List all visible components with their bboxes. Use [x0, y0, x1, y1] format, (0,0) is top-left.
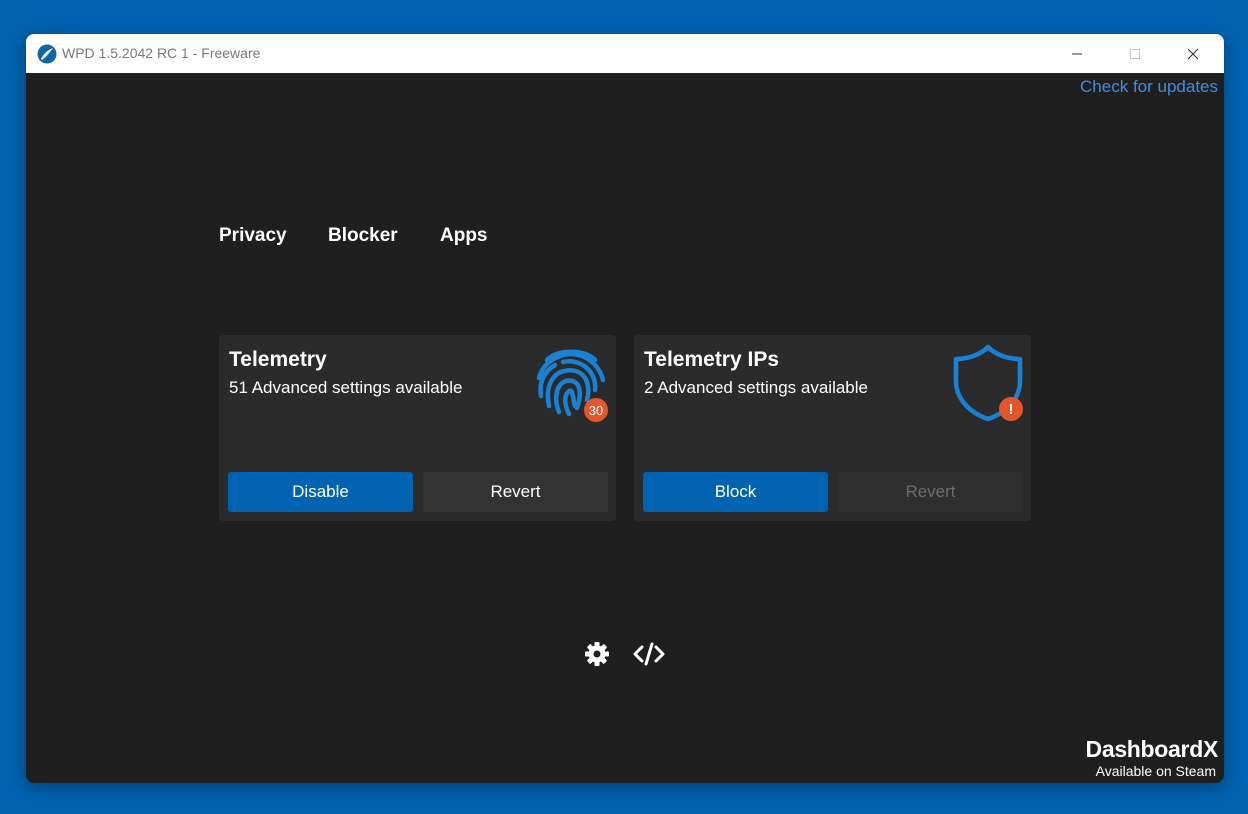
promo-title[interactable]: DashboardX — [1086, 736, 1219, 763]
check-for-updates-link[interactable]: Check for updates — [1080, 77, 1218, 97]
minimize-button[interactable] — [1048, 34, 1106, 73]
telemetry-ips-card: Telemetry IPs 2 Advanced settings availa… — [634, 335, 1031, 521]
title-bar: WPD 1.5.2042 RC 1 - Freeware — [26, 34, 1224, 73]
close-button[interactable] — [1164, 34, 1222, 73]
card-subtitle: 2 Advanced settings available — [644, 378, 868, 397]
warning-badge: ! — [999, 397, 1023, 421]
tab-blocker[interactable]: Blocker — [328, 225, 398, 247]
app-window: WPD 1.5.2042 RC 1 - Freeware Check for u… — [26, 34, 1224, 783]
minimize-icon — [1072, 53, 1082, 54]
settings-count-badge: 30 — [584, 398, 608, 422]
close-icon — [1187, 48, 1199, 59]
maximize-button[interactable] — [1106, 34, 1164, 73]
maximize-icon — [1130, 48, 1140, 59]
promo-subtitle[interactable]: Available on Steam — [1096, 763, 1216, 779]
block-button[interactable]: Block — [643, 472, 828, 512]
revert-button[interactable]: Revert — [423, 472, 608, 512]
card-title: Telemetry IPs — [644, 348, 780, 371]
settings-button[interactable] — [580, 639, 614, 669]
tab-privacy[interactable]: Privacy — [219, 225, 287, 247]
card-subtitle: 51 Advanced settings available — [229, 378, 463, 397]
disable-button[interactable]: Disable — [228, 472, 413, 512]
app-logo-icon — [37, 44, 57, 64]
code-icon — [633, 642, 665, 666]
revert-button-disabled: Revert — [838, 472, 1023, 512]
telemetry-card: Telemetry 51 Advanced settings available… — [219, 335, 616, 521]
gear-icon — [585, 642, 609, 666]
code-button[interactable] — [632, 639, 666, 669]
card-title: Telemetry — [229, 348, 327, 371]
tab-apps[interactable]: Apps — [440, 225, 488, 247]
window-title: WPD 1.5.2042 RC 1 - Freeware — [62, 45, 261, 61]
main-content: Check for updates Privacy Blocker Apps T… — [26, 73, 1224, 783]
